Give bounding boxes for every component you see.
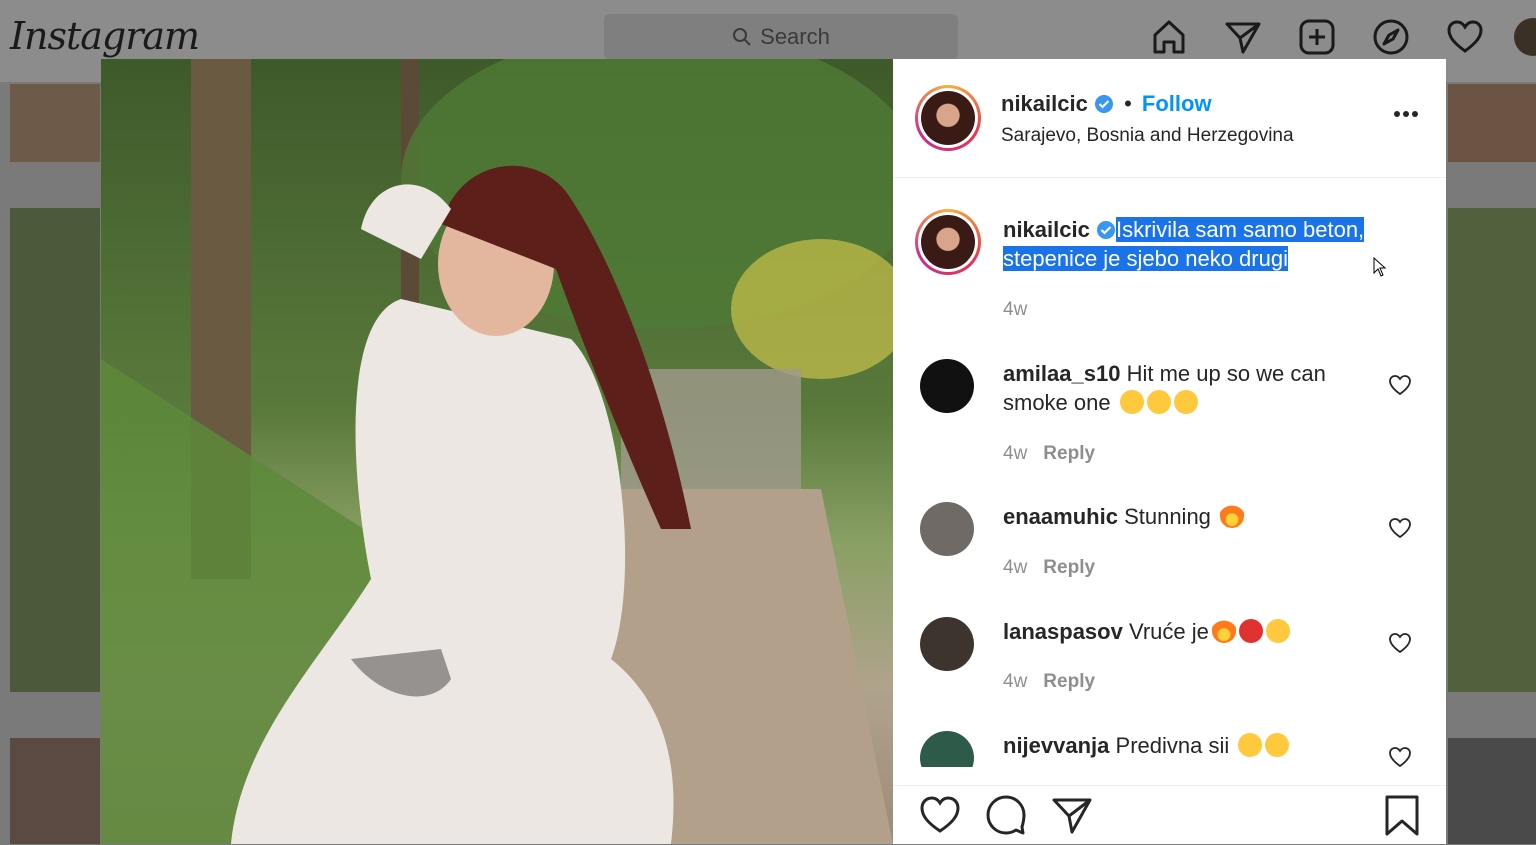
- comment-avatar[interactable]: [920, 359, 974, 413]
- comment-age: 4w: [1003, 443, 1028, 464]
- comment-meta: 4w Reply: [1003, 557, 1095, 579]
- background-thumbnail[interactable]: [1448, 84, 1536, 162]
- post-side-panel: nikailcic • Follow Sarajevo, Bosnia and …: [893, 59, 1446, 844]
- post-photo-illustration: [101, 59, 893, 844]
- verified-badge-icon: [1094, 95, 1113, 113]
- direct-icon[interactable]: [1224, 18, 1262, 56]
- comment-username[interactable]: lanaspasov: [1003, 619, 1123, 644]
- comment-username[interactable]: amilaa_s10: [1003, 361, 1120, 386]
- post-header: nikailcic • Follow Sarajevo, Bosnia and …: [893, 59, 1446, 178]
- fire-emoji-icon: [1220, 504, 1245, 528]
- reply-button[interactable]: Reply: [1043, 557, 1095, 578]
- author-avatar[interactable]: [915, 85, 981, 151]
- background-thumbnail[interactable]: [10, 738, 100, 844]
- caption-username[interactable]: nikailcic: [1003, 217, 1090, 242]
- background-thumbnail[interactable]: [1448, 738, 1536, 844]
- header-separator: •: [1124, 91, 1132, 116]
- like-comment-heart-icon[interactable]: [1388, 373, 1412, 397]
- background-thumbnail[interactable]: [10, 208, 100, 692]
- like-comment-heart-icon[interactable]: [1388, 631, 1412, 655]
- verified-badge-icon: [1096, 221, 1115, 239]
- post-caption: nikailcic Iskrivila sam samo beton, step…: [1003, 215, 1393, 273]
- heart-eyes-emoji-icon: [1265, 619, 1290, 643]
- comment-bubble-icon[interactable]: [985, 794, 1027, 836]
- new-post-icon[interactable]: [1298, 18, 1336, 56]
- search-icon: [733, 28, 751, 46]
- comment-text: Vruće je: [1128, 619, 1209, 644]
- post-modal: nikailcic • Follow Sarajevo, Bosnia and …: [101, 59, 1446, 844]
- background-thumbnail[interactable]: [1448, 208, 1536, 692]
- comment-meta: 4w Reply: [1003, 443, 1095, 465]
- reply-button[interactable]: Reply: [1043, 443, 1095, 464]
- comment-age: 4w: [1003, 671, 1028, 692]
- comment-avatar[interactable]: [920, 617, 974, 671]
- comment-body: amilaa_s10 Hit me up so we can smoke one: [1003, 359, 1343, 417]
- explore-icon[interactable]: [1372, 18, 1410, 56]
- like-comment-heart-icon[interactable]: [1388, 516, 1412, 540]
- caption-age: 4w: [1003, 299, 1028, 320]
- author-username[interactable]: nikailcic: [1001, 91, 1088, 116]
- grin-emoji-icon: [1173, 390, 1198, 414]
- more-options-icon[interactable]: [1393, 105, 1419, 123]
- search-input[interactable]: Search: [604, 14, 958, 60]
- comment-age: 4w: [1003, 557, 1028, 578]
- comment-item: nijevvanja Predivna sii: [893, 731, 1446, 767]
- reply-button[interactable]: Reply: [1043, 671, 1095, 692]
- search-placeholder: Search: [760, 24, 830, 49]
- comment-meta: 4w Reply: [1003, 671, 1095, 693]
- comment-body: lanaspasov Vruće je: [1003, 617, 1343, 646]
- home-icon[interactable]: [1150, 18, 1188, 56]
- like-comment-heart-icon[interactable]: [1388, 745, 1412, 767]
- heart-eyes-emoji-icon: [1238, 733, 1263, 757]
- comment-body: nijevvanja Predivna sii: [1003, 731, 1343, 760]
- activity-heart-icon[interactable]: [1446, 18, 1484, 56]
- background-thumbnail[interactable]: [10, 84, 100, 162]
- share-direct-icon[interactable]: [1051, 794, 1093, 836]
- follow-button[interactable]: Follow: [1142, 91, 1212, 116]
- like-heart-icon[interactable]: [919, 794, 961, 836]
- heart-eyes-emoji-icon: [1265, 733, 1290, 757]
- mouse-cursor-icon: [1373, 257, 1387, 277]
- profile-avatar[interactable]: [1514, 18, 1536, 56]
- caption-text-line2: stepenice je sjebo neko drugi: [1003, 246, 1288, 271]
- comment-username[interactable]: enaamuhic: [1003, 504, 1118, 529]
- post-action-bar: [893, 785, 1446, 845]
- instagram-logo[interactable]: Instagram: [10, 14, 200, 58]
- comment-body: enaamuhic Stunning: [1003, 502, 1343, 531]
- smirk-emoji-icon: [1119, 390, 1144, 414]
- zany-emoji-icon: [1146, 390, 1171, 414]
- comment-avatar[interactable]: [920, 731, 974, 767]
- comment-avatar[interactable]: [920, 502, 974, 556]
- comment-username[interactable]: nijevvanja: [1003, 733, 1109, 758]
- caption-author-avatar[interactable]: [915, 209, 981, 275]
- post-photo[interactable]: [101, 59, 893, 844]
- comment-text: Stunning: [1124, 504, 1211, 529]
- comment-text: Predivna sii: [1115, 733, 1230, 758]
- caption-text-line1: Iskrivila sam samo beton,: [1115, 217, 1365, 242]
- save-bookmark-icon[interactable]: [1381, 794, 1423, 836]
- hot-face-emoji-icon: [1238, 619, 1263, 643]
- post-location[interactable]: Sarajevo, Bosnia and Herzegovina: [1001, 125, 1294, 147]
- fire-emoji-icon: [1211, 619, 1236, 643]
